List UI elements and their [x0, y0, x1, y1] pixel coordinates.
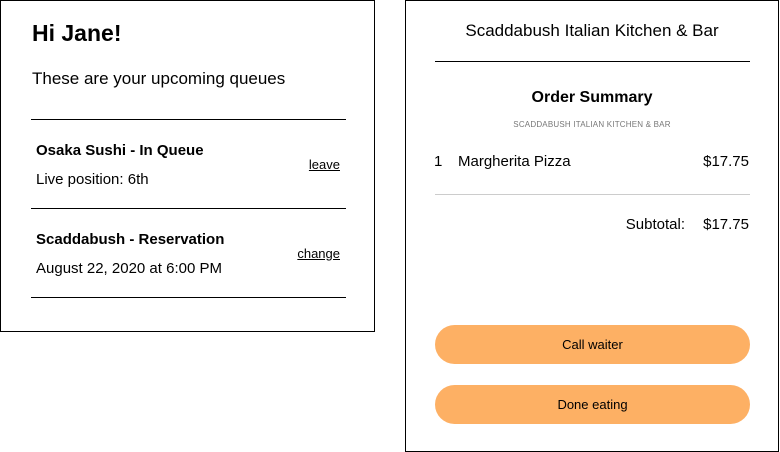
divider	[435, 194, 750, 195]
queue-item-detail: August 22, 2020 at 6:00 PM	[36, 260, 222, 277]
queues-subtitle: These are your upcoming queues	[32, 69, 286, 88]
restaurant-title: Scaddabush Italian Kitchen & Bar	[465, 21, 719, 40]
queue-item-name: Osaka Sushi - In Queue	[36, 142, 204, 159]
leave-queue-link[interactable]: leave	[309, 157, 340, 172]
divider	[435, 61, 750, 62]
upcoming-queues-panel: Hi Jane! These are your upcoming queues …	[0, 0, 375, 332]
order-summary-title: Order Summary	[531, 89, 653, 106]
subtotal-label: Subtotal:	[625, 216, 685, 233]
item-quantity: 1	[434, 153, 443, 170]
subtotal-value: $17.75	[703, 216, 749, 233]
item-price: $17.75	[703, 153, 749, 170]
queue-item-detail: Live position: 6th	[36, 171, 149, 188]
order-summary-subtitle: SCADDABUSH ITALIAN KITCHEN & BAR	[513, 120, 671, 129]
divider	[31, 208, 346, 209]
change-reservation-link[interactable]: change	[297, 246, 340, 261]
order-summary-panel: Scaddabush Italian Kitchen & Bar Order S…	[405, 0, 779, 452]
divider	[31, 119, 346, 120]
greeting-heading: Hi Jane!	[32, 20, 122, 46]
call-waiter-button[interactable]: Call waiter	[435, 325, 750, 364]
queue-item-name: Scaddabush - Reservation	[36, 231, 225, 248]
divider	[31, 297, 346, 298]
done-eating-button[interactable]: Done eating	[435, 385, 750, 424]
item-name: Margherita Pizza	[458, 153, 571, 170]
